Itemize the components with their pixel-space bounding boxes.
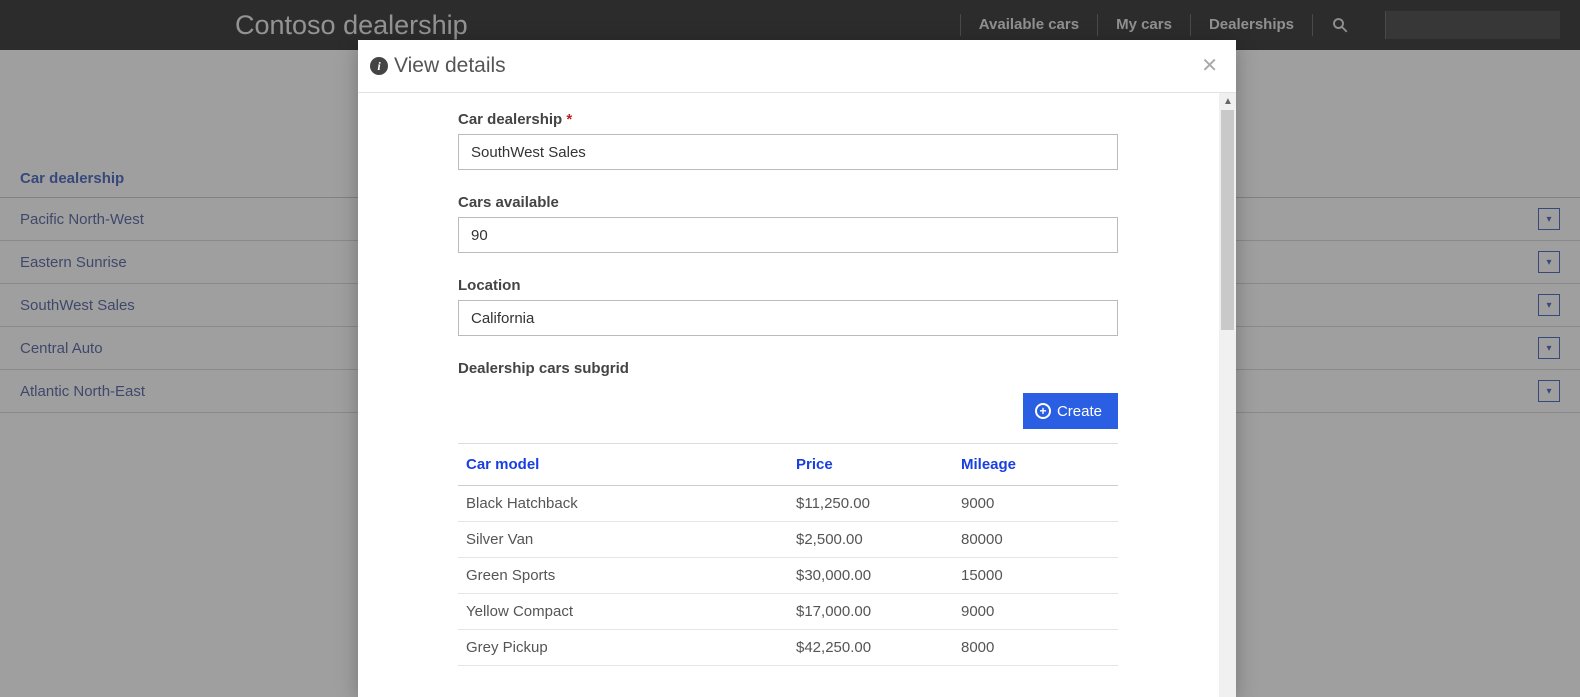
scroll-up-icon[interactable]: ▲ <box>1223 96 1233 107</box>
cars-available-input[interactable] <box>458 217 1118 253</box>
cell-price: $17,000.00 <box>788 594 953 630</box>
cell-price: $2,500.00 <box>788 522 953 558</box>
dealership-input[interactable] <box>458 134 1118 170</box>
cell-price: $42,250.00 <box>788 630 953 666</box>
location-input[interactable] <box>458 300 1118 336</box>
field-label-subgrid: Dealership cars subgrid <box>458 360 1219 377</box>
plus-icon: + <box>1035 403 1051 419</box>
table-row[interactable]: Silver Van$2,500.0080000 <box>458 522 1118 558</box>
scroll-down-icon[interactable]: ▼ <box>1223 683 1233 694</box>
table-row[interactable]: Grey Pickup$42,250.008000 <box>458 630 1118 666</box>
modal-title: View details <box>394 54 506 78</box>
col-mileage[interactable]: Mileage <box>953 444 1118 486</box>
table-row[interactable]: Black Hatchback$11,250.009000 <box>458 486 1118 522</box>
field-label-cars-available: Cars available <box>458 194 1219 211</box>
modal-scrollbar[interactable]: ▲ ▼ <box>1219 93 1236 697</box>
table-row[interactable]: Yellow Compact$17,000.009000 <box>458 594 1118 630</box>
scroll-thumb[interactable] <box>1221 110 1234 330</box>
col-price[interactable]: Price <box>788 444 953 486</box>
required-indicator: * <box>566 111 572 128</box>
cell-model: Black Hatchback <box>458 486 788 522</box>
cell-model: Green Sports <box>458 558 788 594</box>
cell-mileage: 8000 <box>953 630 1118 666</box>
cell-price: $30,000.00 <box>788 558 953 594</box>
cell-mileage: 9000 <box>953 594 1118 630</box>
cell-model: Yellow Compact <box>458 594 788 630</box>
cell-mileage: 80000 <box>953 522 1118 558</box>
cell-mileage: 15000 <box>953 558 1118 594</box>
close-icon[interactable]: ✕ <box>1201 56 1218 76</box>
col-model[interactable]: Car model <box>458 444 788 486</box>
cell-model: Grey Pickup <box>458 630 788 666</box>
create-button[interactable]: + Create <box>1023 393 1118 429</box>
modal-body: Car dealership * Cars available Location… <box>358 93 1219 697</box>
cell-model: Silver Van <box>458 522 788 558</box>
modal-header: i View details ✕ <box>358 40 1236 93</box>
info-icon: i <box>370 57 388 75</box>
field-label-dealership: Car dealership * <box>458 111 1219 128</box>
cell-price: $11,250.00 <box>788 486 953 522</box>
view-details-modal: i View details ✕ Car dealership * Cars a… <box>358 40 1236 697</box>
cell-mileage: 9000 <box>953 486 1118 522</box>
create-button-label: Create <box>1057 403 1102 420</box>
field-label-location: Location <box>458 277 1219 294</box>
table-row[interactable]: Green Sports$30,000.0015000 <box>458 558 1118 594</box>
subgrid-toolbar: + Create <box>458 383 1118 444</box>
cars-subgrid-table: Car model Price Mileage Black Hatchback$… <box>458 444 1118 666</box>
